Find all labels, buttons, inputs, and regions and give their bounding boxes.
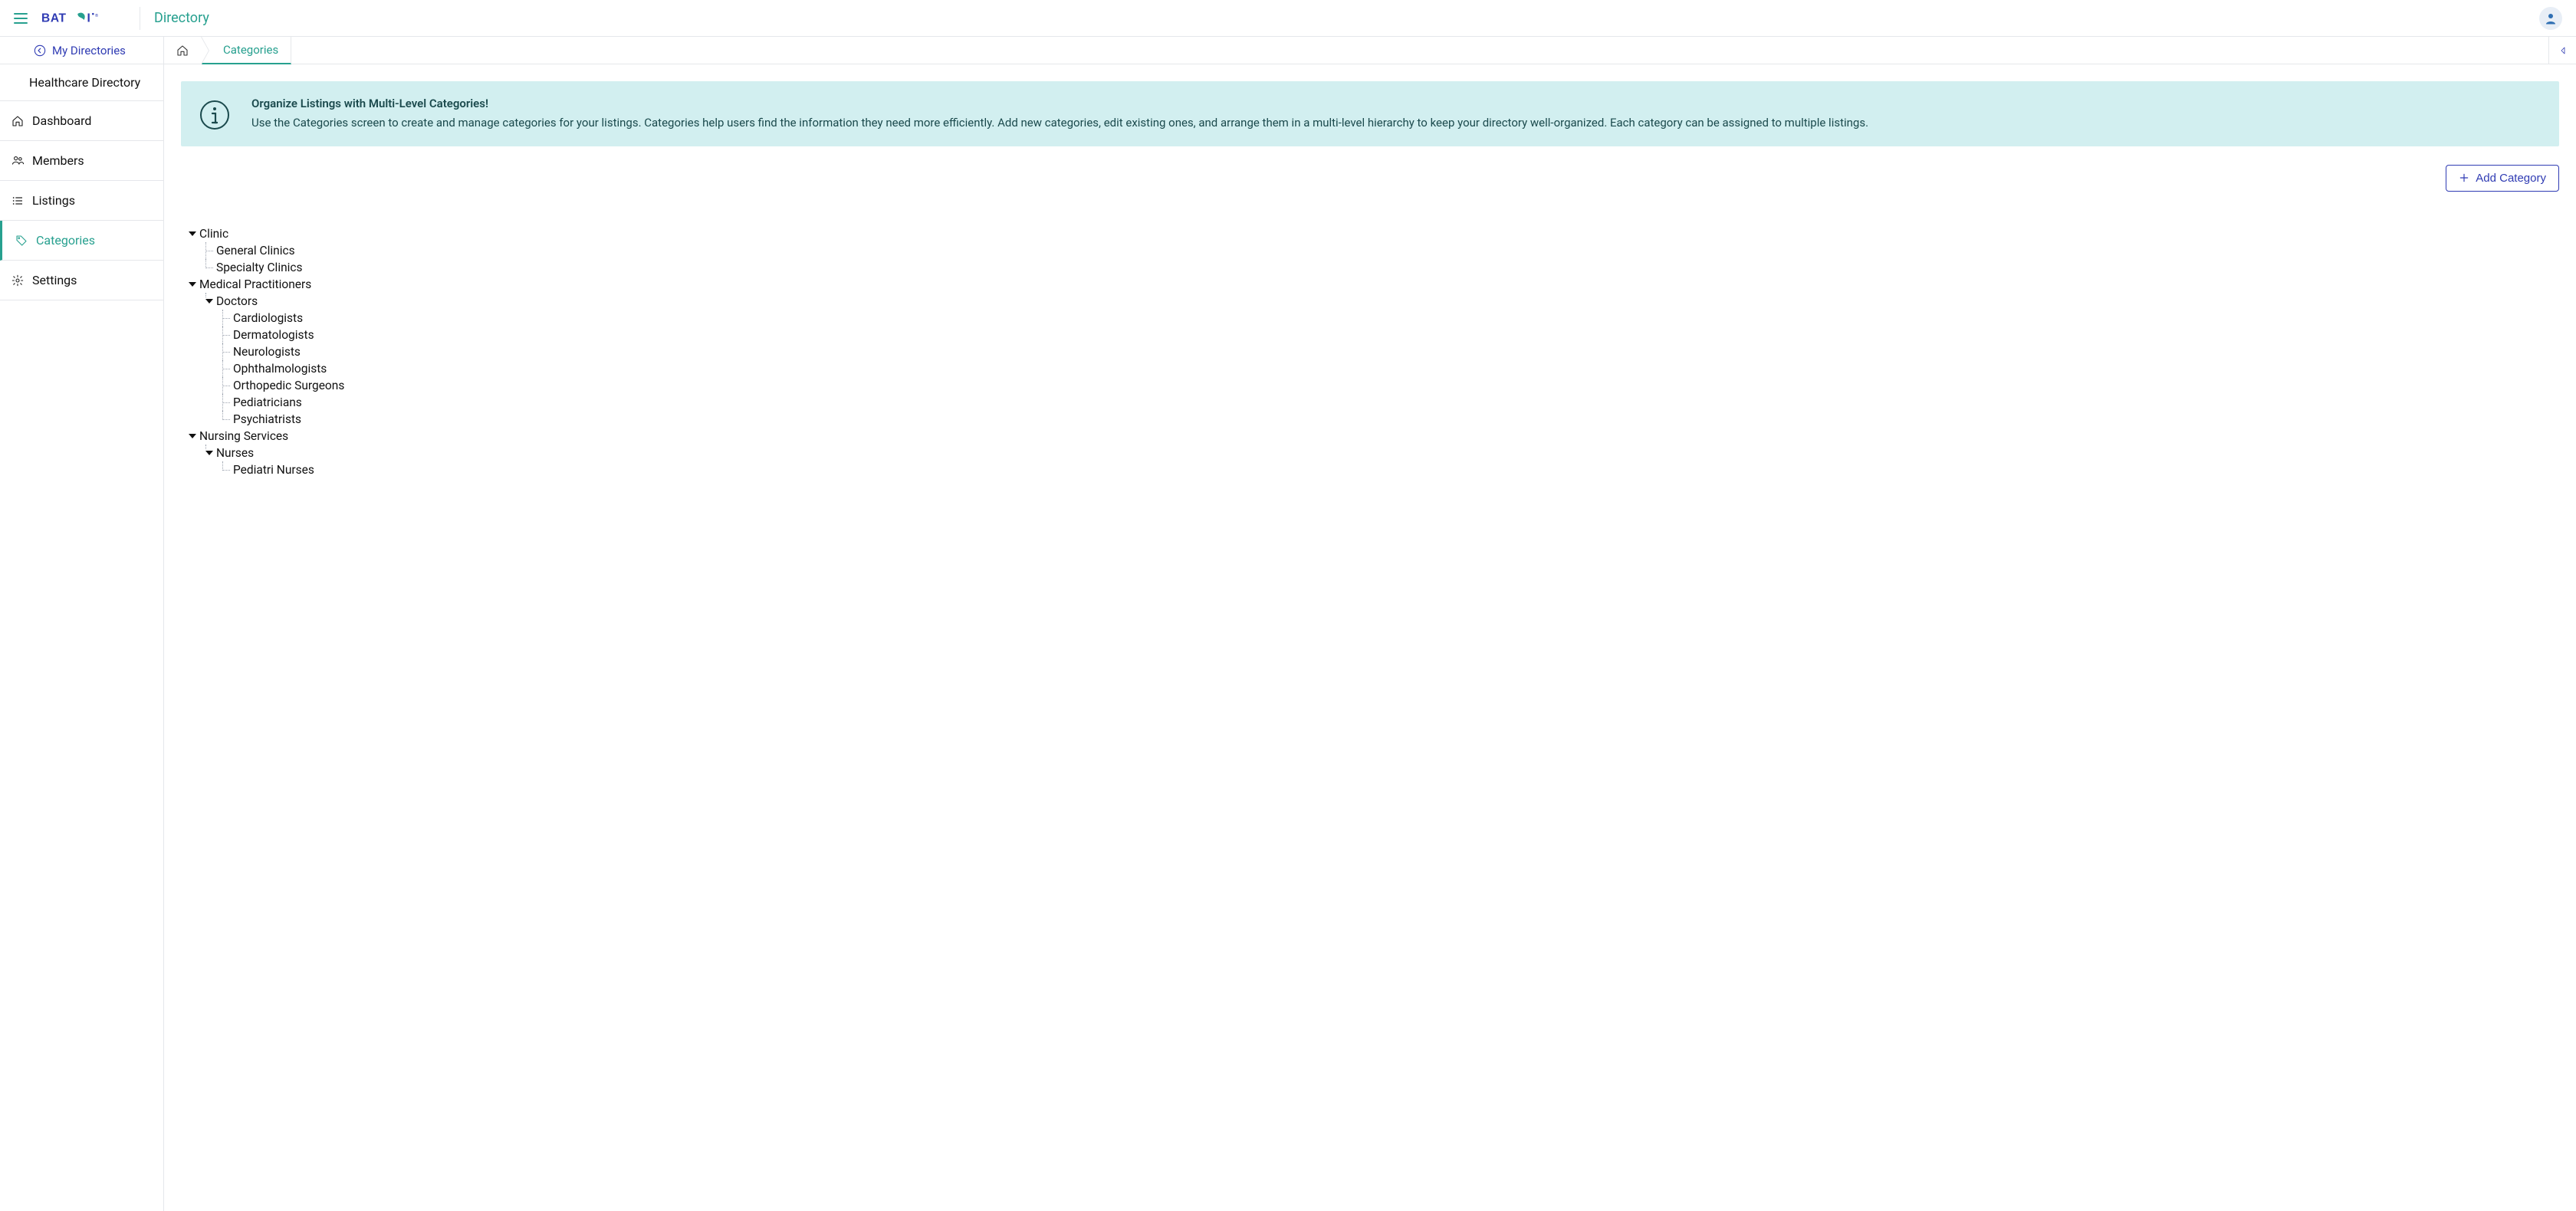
tree-node[interactable]: Nurses — [215, 445, 2559, 461]
tree-node[interactable]: Pediatri Nurses — [232, 461, 2559, 478]
tree-node[interactable]: Dermatologists — [232, 327, 2559, 343]
info-icon — [199, 100, 230, 130]
sidebar-item-settings[interactable]: Settings — [0, 261, 163, 300]
tree-toggle-icon[interactable] — [189, 434, 196, 438]
tree-node-label: Nurses — [216, 446, 254, 460]
sidebar-item-listings[interactable]: Listings — [0, 181, 163, 221]
tree-node-label: Neurologists — [233, 345, 301, 359]
tree-node-label: General Clinics — [216, 244, 295, 258]
user-icon — [2544, 11, 2558, 25]
list-icon — [11, 195, 25, 207]
tree-node-label: Specialty Clinics — [216, 261, 303, 274]
user-avatar[interactable] — [2539, 7, 2562, 30]
tree-node[interactable]: Cardiologists — [232, 310, 2559, 327]
gear-icon — [11, 274, 25, 287]
sidebar-item-label: Dashboard — [32, 113, 91, 128]
tree-node-label: Psychiatrists — [233, 412, 301, 426]
sidebar-item-categories[interactable]: Categories — [0, 221, 163, 261]
tree-node-label: Cardiologists — [233, 311, 303, 325]
svg-text:®: ® — [95, 13, 99, 18]
tree-node-label: Orthopedic Surgeons — [233, 379, 344, 392]
back-link-label: My Directories — [52, 44, 126, 57]
breadcrumb-home[interactable] — [164, 37, 202, 64]
tree-node[interactable]: Psychiatrists — [232, 411, 2559, 428]
breadcrumb-current[interactable]: Categories — [202, 37, 291, 64]
tree-toggle-icon[interactable] — [189, 231, 196, 236]
tree-node[interactable]: Neurologists — [232, 343, 2559, 360]
svg-text:I: I — [87, 11, 90, 25]
tree-node[interactable]: General Clinics — [215, 242, 2559, 259]
sidebar-item-label: Categories — [36, 233, 95, 248]
tree-node[interactable]: Orthopedic Surgeons — [232, 377, 2559, 394]
tree-toggle-icon[interactable] — [205, 451, 213, 455]
sidebar-nav: Dashboard Members — [0, 101, 163, 300]
tree-node[interactable]: Nursing Services — [198, 428, 2559, 445]
tree-node[interactable]: Medical Practitioners — [198, 276, 2559, 293]
brand-logo[interactable]: BAT I ® — [41, 7, 140, 30]
back-to-directories[interactable]: My Directories — [0, 37, 164, 64]
tree-node-label: Ophthalmologists — [233, 362, 327, 376]
home-icon — [176, 44, 189, 57]
tree-node-label: Pediatricians — [233, 395, 302, 409]
plus-icon — [2459, 172, 2469, 183]
sidebar-item-label: Settings — [32, 273, 77, 287]
sidebar-item-members[interactable]: Members — [0, 141, 163, 181]
breadcrumb-current-label: Categories — [223, 43, 278, 57]
sidebar-item-label: Listings — [32, 193, 75, 208]
tree-node-label: Medical Practitioners — [199, 277, 311, 291]
tree-toggle-icon[interactable] — [205, 299, 213, 304]
info-body: Use the Categories screen to create and … — [251, 114, 1868, 132]
tree-toggle-icon[interactable] — [189, 282, 196, 287]
info-banner: Organize Listings with Multi-Level Categ… — [181, 81, 2559, 146]
tree-node-label: Pediatri Nurses — [233, 463, 314, 477]
back-arrow-icon — [34, 44, 46, 57]
users-icon — [11, 154, 25, 167]
tag-icon — [15, 235, 28, 247]
tree-node-label: Nursing Services — [199, 429, 288, 443]
hamburger-menu-icon[interactable] — [14, 13, 28, 24]
directory-context-title: Healthcare Directory — [0, 64, 163, 101]
tree-node-label: Dermatologists — [233, 328, 314, 342]
tree-node-label: Doctors — [216, 294, 258, 308]
secondbar: My Directories Categories — [0, 37, 2576, 64]
info-title: Organize Listings with Multi-Level Categ… — [251, 95, 1868, 113]
collapse-panel-button[interactable] — [2548, 37, 2576, 64]
sidebar: Healthcare Directory Dashboard Member — [0, 64, 164, 1211]
sidebar-item-dashboard[interactable]: Dashboard — [0, 101, 163, 141]
main-content: Organize Listings with Multi-Level Categ… — [164, 64, 2576, 1211]
add-category-label: Add Category — [2476, 172, 2546, 185]
tree-node[interactable]: Ophthalmologists — [232, 360, 2559, 377]
tree-node[interactable]: Specialty Clinics — [215, 259, 2559, 276]
tree-node-label: Clinic — [199, 227, 228, 241]
triangle-left-icon — [2558, 46, 2568, 55]
svg-text:BAT: BAT — [41, 11, 67, 25]
category-tree: Clinic General Clinics Specialty Clinics Me… — [198, 225, 2559, 478]
tree-node[interactable]: Doctors — [215, 293, 2559, 310]
tree-node[interactable]: Pediatricians — [232, 394, 2559, 411]
add-category-button[interactable]: Add Category — [2446, 165, 2559, 192]
header-section[interactable]: Directory — [154, 10, 209, 26]
sidebar-item-label: Members — [32, 153, 84, 168]
home-icon — [11, 115, 25, 127]
tree-node[interactable]: Clinic — [198, 225, 2559, 242]
topbar: BAT I ® Directory — [0, 0, 2576, 37]
